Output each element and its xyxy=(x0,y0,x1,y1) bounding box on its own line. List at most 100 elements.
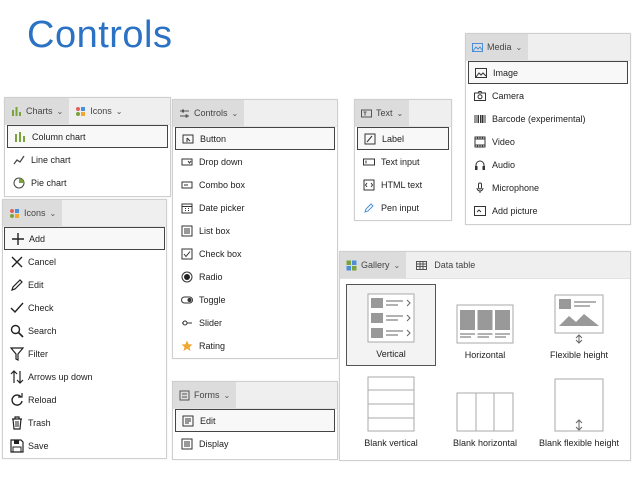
menu-item-label: Rating xyxy=(199,340,226,351)
menu-item-text-input[interactable]: Text input xyxy=(357,150,449,173)
video-icon xyxy=(474,136,486,148)
menu-item-arrows-up-down[interactable]: Arrows up down xyxy=(4,365,165,388)
button-icon xyxy=(182,133,194,145)
dropdown-icon xyxy=(181,156,193,168)
menu-item-add[interactable]: Add xyxy=(4,227,165,250)
menu-item-label: Check xyxy=(28,302,54,313)
menu-item-microphone[interactable]: Microphone xyxy=(468,176,628,199)
display-form-icon xyxy=(181,438,193,450)
tab-forms[interactable]: Forms ⌄ xyxy=(173,382,237,408)
chevron-down-icon: ⌄ xyxy=(56,106,64,116)
menu-item-label: Toggle xyxy=(199,294,226,305)
menu-item-filter[interactable]: Filter xyxy=(4,342,165,365)
gallery-blank-horizontal[interactable]: Blank horizontal xyxy=(440,372,530,454)
menu-item-slider[interactable]: Slider xyxy=(175,311,335,334)
menu-item-check-box[interactable]: Check box xyxy=(175,242,335,265)
menu-item-label: Slider xyxy=(199,317,223,328)
tab-charts[interactable]: Charts ⌄ xyxy=(5,98,70,124)
chevron-down-icon: ⌄ xyxy=(231,108,239,118)
tab-data-table-label: Data table xyxy=(434,260,476,270)
menu-item-pen-input[interactable]: Pen input xyxy=(357,196,449,219)
radio-icon xyxy=(181,271,193,283)
headphones-icon xyxy=(474,159,486,171)
bar-chart-icon xyxy=(11,106,22,117)
menu-item-line-chart[interactable]: Line chart xyxy=(7,148,168,171)
forms-panel: Forms ⌄ Edit Display xyxy=(172,381,338,460)
menu-item-barcode[interactable]: Barcode (experimental) xyxy=(468,107,628,130)
menu-item-label: List box xyxy=(199,225,231,236)
menu-item-html-text[interactable]: HTML text xyxy=(357,173,449,196)
menu-item-button[interactable]: Button xyxy=(175,127,335,150)
menu-item-label: Combo box xyxy=(199,179,246,190)
menu-item-drop-down[interactable]: Drop down xyxy=(175,150,335,173)
menu-item-toggle[interactable]: Toggle xyxy=(175,288,335,311)
gallery-blank-flexible-height-label: Blank flexible height xyxy=(538,438,620,448)
menu-item-trash[interactable]: Trash xyxy=(4,411,165,434)
menu-item-edit-form[interactable]: Edit xyxy=(175,409,335,432)
tab-icons[interactable]: Icons ⌄ xyxy=(3,200,63,226)
tab-forms-label: Forms xyxy=(194,390,220,400)
tab-data-table[interactable]: Data table xyxy=(406,252,481,278)
tab-controls[interactable]: Controls ⌄ xyxy=(173,100,245,126)
media-panel: Media ⌄ Image Camera Barcode (experiment… xyxy=(465,33,631,225)
menu-item-rating[interactable]: Rating xyxy=(175,334,335,357)
menu-item-label[interactable]: Label xyxy=(357,127,449,150)
gallery-blank-vertical-label: Blank vertical xyxy=(364,438,418,448)
menu-item-label: Pie chart xyxy=(31,177,67,188)
menu-item-radio[interactable]: Radio xyxy=(175,265,335,288)
close-icon xyxy=(10,255,24,269)
menu-item-label: Edit xyxy=(28,279,44,290)
gallery-tabbar: Gallery ⌄ Data table xyxy=(340,252,630,279)
edit-form-icon xyxy=(182,415,194,427)
menu-item-pie-chart[interactable]: Pie chart xyxy=(7,171,168,194)
gallery-blank-horizontal-thumbnail xyxy=(456,392,514,432)
tab-charts-label: Charts xyxy=(26,106,53,116)
menu-item-reload[interactable]: Reload xyxy=(4,388,165,411)
forms-tabbar: Forms ⌄ xyxy=(173,382,337,409)
menu-item-label: Button xyxy=(200,133,227,144)
menu-item-label: Video xyxy=(492,136,515,147)
filter-icon xyxy=(10,346,24,361)
menu-item-save[interactable]: Save xyxy=(4,434,165,457)
menu-item-label-text: Pen input xyxy=(381,202,420,213)
gallery-flexible-height[interactable]: Flexible height xyxy=(534,284,624,366)
chevron-down-icon: ⌄ xyxy=(396,108,404,118)
menu-item-label: Microphone xyxy=(492,182,540,193)
menu-item-video[interactable]: Video xyxy=(468,130,628,153)
menu-item-edit[interactable]: Edit xyxy=(4,273,165,296)
menu-item-list-box[interactable]: List box xyxy=(175,219,335,242)
gallery-horizontal[interactable]: Horizontal xyxy=(440,284,530,366)
menu-item-label: Filter xyxy=(28,348,48,359)
menu-item-combo-box[interactable]: Combo box xyxy=(175,173,335,196)
add-picture-icon xyxy=(474,205,486,217)
menu-item-add-picture[interactable]: Add picture xyxy=(468,199,628,222)
menu-item-search[interactable]: Search xyxy=(4,319,165,342)
menu-item-label: Check box xyxy=(199,248,242,259)
camera-icon xyxy=(474,90,486,102)
menu-item-image[interactable]: Image xyxy=(468,61,628,84)
menu-item-check[interactable]: Check xyxy=(4,296,165,319)
line-chart-icon xyxy=(13,154,25,166)
text-input-icon xyxy=(363,156,375,168)
menu-item-date-picker[interactable]: Date picker xyxy=(175,196,335,219)
icons-tabbar: Icons ⌄ xyxy=(3,200,166,227)
tab-text[interactable]: Text ⌄ xyxy=(355,100,410,126)
barcode-icon xyxy=(474,113,486,125)
tab-icons[interactable]: Icons ⌄ xyxy=(69,98,128,124)
html-text-icon xyxy=(363,179,375,191)
menu-item-audio[interactable]: Audio xyxy=(468,153,628,176)
menu-item-display-form[interactable]: Display xyxy=(175,432,335,455)
gallery-vertical[interactable]: Vertical xyxy=(346,284,436,366)
gallery-icon xyxy=(346,260,357,271)
menu-item-column-chart[interactable]: Column chart xyxy=(7,125,168,148)
tab-media[interactable]: Media ⌄ xyxy=(466,34,529,60)
menu-item-label: Drop down xyxy=(199,156,243,167)
column-chart-icon xyxy=(14,131,26,143)
menu-item-cancel[interactable]: Cancel xyxy=(4,250,165,273)
calendar-icon xyxy=(181,202,193,214)
menu-item-camera[interactable]: Camera xyxy=(468,84,628,107)
tab-gallery[interactable]: Gallery ⌄ xyxy=(340,252,407,278)
gallery-blank-flexible-height[interactable]: Blank flexible height xyxy=(534,372,624,454)
gallery-blank-vertical[interactable]: Blank vertical xyxy=(346,372,436,454)
chevron-down-icon: ⌄ xyxy=(515,42,523,52)
